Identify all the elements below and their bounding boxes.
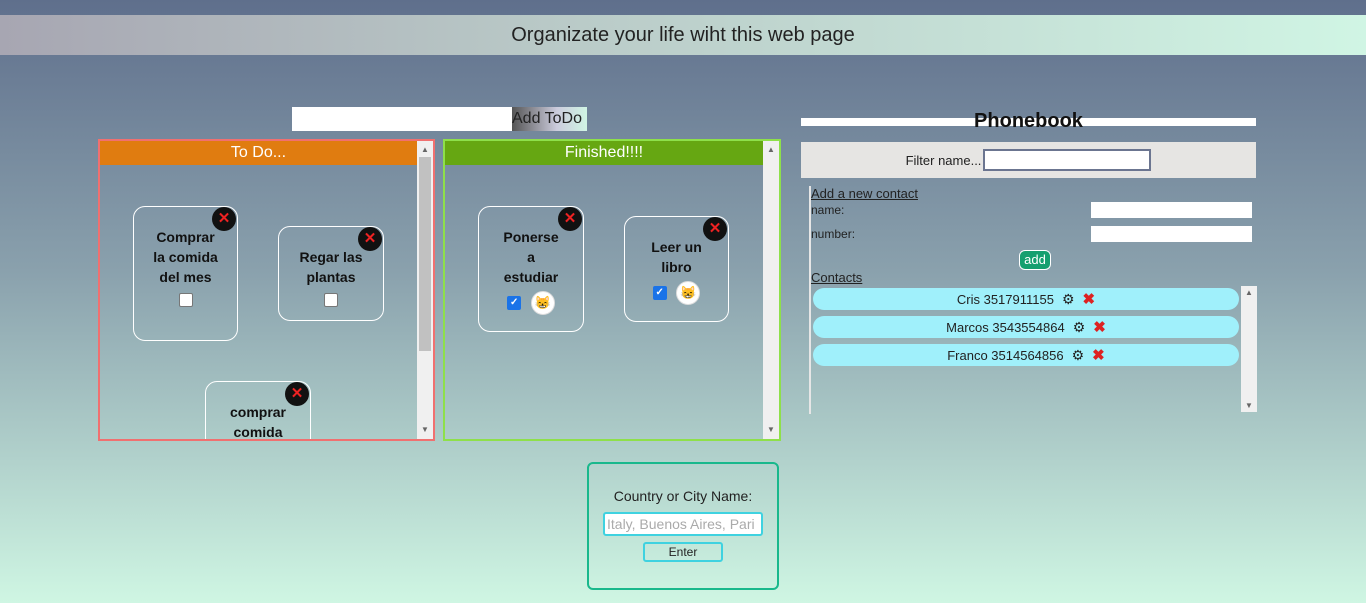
scroll-up-icon[interactable]: ▲	[417, 143, 433, 157]
close-icon[interactable]: ✕	[703, 217, 727, 241]
todo-card: comprar comida ✕	[205, 381, 311, 439]
finished-checkbox[interactable]	[652, 283, 667, 303]
finished-checkbox[interactable]	[507, 293, 522, 313]
add-contact-link[interactable]: Add a new contact	[811, 186, 918, 201]
number-label: number:	[811, 227, 856, 241]
name-label: name:	[811, 203, 845, 217]
gear-icon[interactable]: ⚙	[1072, 347, 1085, 364]
contact-item: Cris 3517911155 ⚙ ✖	[813, 288, 1239, 310]
delete-icon[interactable]: ✖	[1093, 318, 1106, 336]
contacts-link[interactable]: Contacts	[811, 270, 862, 285]
phonebook-title: Phonebook	[974, 110, 1083, 132]
gear-icon[interactable]: ⚙	[1073, 319, 1086, 336]
todo-panel-title: To Do...	[100, 141, 417, 165]
scroll-thumb[interactable]	[419, 157, 431, 351]
close-icon[interactable]: ✕	[358, 227, 382, 251]
contact-item: Franco 3514564856 ⚙ ✖	[813, 344, 1239, 366]
scroll-down-icon[interactable]: ▼	[763, 423, 779, 437]
delete-icon[interactable]: ✖	[1092, 346, 1105, 364]
gear-icon[interactable]: ⚙	[1062, 291, 1075, 308]
scroll-up-icon[interactable]: ▲	[763, 143, 779, 157]
finished-card: Leer un libro 😸 ✕	[624, 216, 729, 322]
city-input[interactable]: Italy, Buenos Aires, Pari	[603, 512, 763, 536]
finished-card: Ponerse a estudiar 😸 ✕	[478, 206, 584, 332]
todo-checkbox[interactable]	[324, 293, 338, 308]
emoji-icon: 😸	[530, 291, 555, 315]
add-todo-button[interactable]: Add ToDo	[512, 107, 587, 131]
contact-form: Add a new contact name: number: add Cont…	[809, 186, 1258, 414]
finished-scrollbar[interactable]: ▲ ▼	[763, 141, 779, 439]
finished-panel-title: Finished!!!!	[445, 141, 763, 165]
contact-entry: Marcos 3543554864	[946, 319, 1065, 335]
todo-card: Regar las plantas ✕	[278, 226, 384, 321]
add-contact-button[interactable]: add	[1019, 250, 1051, 270]
todo-card: Comprar la comida del mes ✕	[133, 206, 238, 341]
weather-search-box: Country or City Name: Italy, Buenos Aire…	[587, 462, 779, 590]
enter-button[interactable]: Enter	[643, 542, 723, 562]
close-icon[interactable]: ✕	[212, 207, 236, 231]
finished-panel: Finished!!!! ▲ ▼ Ponerse a estudiar 😸 ✕ …	[443, 139, 781, 441]
filter-input[interactable]	[983, 149, 1152, 171]
todo-scrollbar[interactable]: ▲ ▼	[417, 141, 433, 439]
contact-entry: Cris 3517911155	[956, 291, 1054, 307]
close-icon[interactable]: ✕	[558, 207, 582, 231]
filter-bar: Filter name...	[801, 142, 1256, 178]
contact-item: Marcos 3543554864 ⚙ ✖	[813, 316, 1239, 338]
page-header: Organizate your life wiht this web page	[0, 15, 1366, 55]
number-field[interactable]	[1091, 226, 1252, 242]
weather-label: Country or City Name:	[613, 488, 753, 504]
todo-panel: To Do... ▲ ▼ Comprar la comida del mes ✕…	[98, 139, 435, 441]
filter-label: Filter name...	[905, 152, 982, 168]
scroll-down-icon[interactable]: ▼	[1241, 401, 1257, 410]
scroll-up-icon[interactable]: ▲	[1241, 288, 1257, 297]
close-icon[interactable]: ✕	[285, 382, 309, 406]
contacts-scrollbar[interactable]: ▲ ▼	[1241, 286, 1257, 412]
page-title: Organizate your life wiht this web page	[511, 23, 855, 46]
todo-checkbox[interactable]	[178, 293, 193, 308]
name-field[interactable]	[1091, 202, 1252, 218]
contact-entry: Franco 3514564856	[947, 347, 1064, 363]
emoji-icon: 😸	[676, 281, 701, 305]
delete-icon[interactable]: ✖	[1083, 290, 1096, 308]
todo-input[interactable]	[292, 107, 512, 131]
scroll-down-icon[interactable]: ▼	[417, 423, 433, 437]
